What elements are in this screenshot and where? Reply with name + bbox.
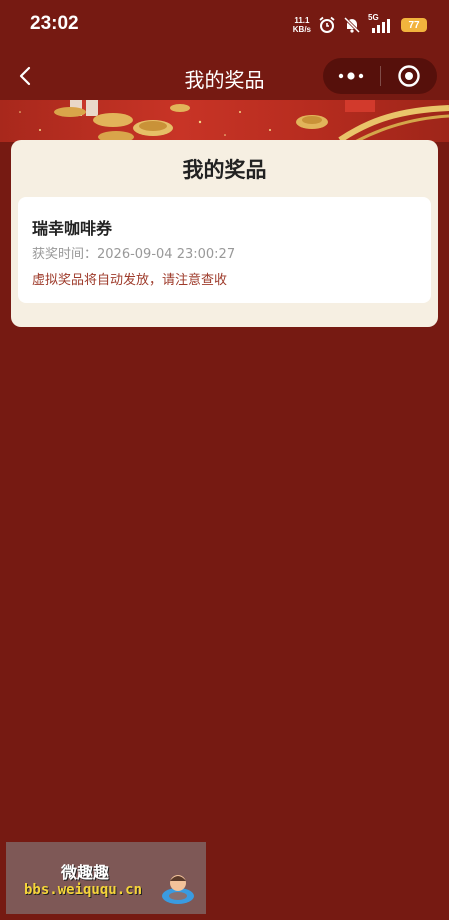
watermark-url: bbs.weiququ.cn [24, 882, 143, 898]
target-close-icon [398, 65, 420, 87]
prize-time-value: 2026-09-04 23:00:27 [97, 247, 236, 262]
watermark-title: 微趣趣 [61, 863, 110, 882]
prize-card: 我的奖品 瑞幸咖啡券 获奖时间：2026-09-04 23:00:27 虚拟奖品… [11, 140, 438, 327]
prize-time: 获奖时间：2026-09-04 23:00:27 [32, 243, 235, 262]
net-speed: 11.1 KB/s [293, 16, 311, 34]
more-button[interactable] [323, 58, 380, 94]
net-speed-value: 11.1 [294, 16, 310, 25]
watermark: 微趣趣 bbs.weiququ.cn [6, 842, 206, 914]
alarm-icon [319, 16, 335, 33]
status-bar: 23:02 11.1 KB/s 5G 77 [0, 0, 449, 50]
battery-indicator: 77 [401, 18, 427, 32]
mascot-icon [162, 875, 194, 904]
prize-name: 瑞幸咖啡券 [32, 219, 113, 238]
coins-gifts-decoration [19, 100, 449, 142]
net-speed-unit: KB/s [292, 25, 311, 34]
decorative-banner [0, 100, 449, 142]
mute-bell-icon [343, 16, 361, 34]
status-time: 23:02 [30, 13, 79, 34]
more-dots-icon [339, 72, 364, 80]
signal-icon: 5G [368, 13, 394, 33]
prize-time-label: 获奖时间： [32, 247, 98, 262]
prize-note: 虚拟奖品将自动发放，请注意查收 [32, 273, 228, 288]
close-miniprogram-button[interactable] [380, 58, 437, 94]
card-title: 我的奖品 [182, 158, 267, 182]
prize-list-item[interactable]: 瑞幸咖啡券 获奖时间：2026-09-04 23:00:27 虚拟奖品将自动发放… [18, 197, 431, 303]
miniprogram-capsule [323, 58, 437, 94]
nav-bar: 我的奖品 [0, 50, 449, 102]
status-icons: 11.1 KB/s 5G 77 [293, 13, 427, 36]
